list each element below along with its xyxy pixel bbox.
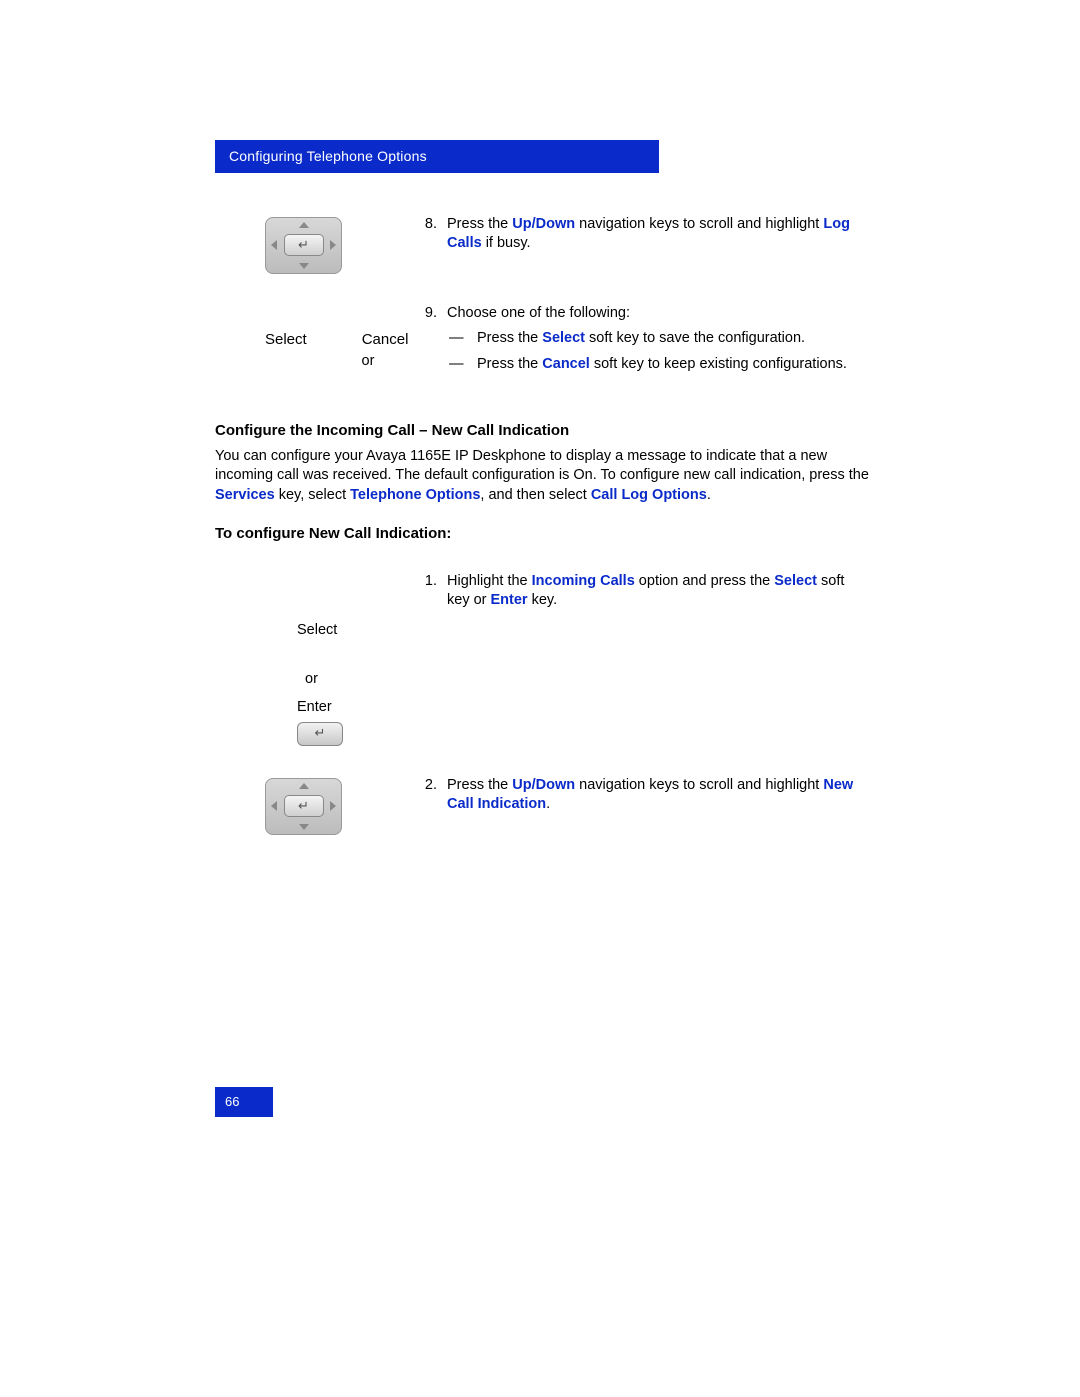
page-number: 66: [215, 1087, 273, 1117]
dash-icon: —: [447, 329, 477, 349]
navigation-pad-icon: ↵: [265, 778, 342, 835]
text: Press the: [477, 356, 542, 372]
text: navigation keys to scroll and highlight: [575, 216, 823, 232]
cancel-keyword: Cancel: [542, 356, 590, 372]
text: Press the: [447, 216, 512, 232]
sub-item: — Press the Cancel soft key to keep exis…: [447, 355, 870, 375]
text: soft key to save the configuration.: [585, 330, 805, 346]
nc-step-1-row: Highlight the Incoming Calls option and …: [215, 572, 870, 617]
step-9-row: Select Cancel or Choose one of the follo…: [215, 304, 870, 381]
text: .: [707, 487, 711, 503]
select-enter-row: Select or Enter ↵: [215, 621, 870, 746]
select-keyword: Select: [542, 330, 585, 346]
sub-item: — Press the Select soft key to save the …: [447, 329, 870, 349]
softkey-labels: Select Cancel: [265, 330, 415, 350]
nav-pad-cell: ↵: [215, 215, 415, 274]
text: Press the: [447, 777, 512, 793]
list-item: Highlight the Incoming Calls option and …: [441, 572, 870, 611]
nc-step-1-text: Highlight the Incoming Calls option and …: [415, 572, 870, 617]
list-item: Press the Up/Down navigation keys to scr…: [441, 776, 870, 815]
softkeys-cell: Select Cancel or: [215, 304, 415, 372]
text: , and then select: [480, 487, 590, 503]
nc-step-2-row: ↵ Press the Up/Down navigation keys to s…: [215, 776, 870, 835]
text: key.: [528, 592, 558, 608]
text: navigation keys to scroll and highlight: [575, 777, 823, 793]
text: Press the Cancel soft key to keep existi…: [477, 355, 870, 375]
select-softkey-label: Select: [265, 330, 307, 350]
body-paragraph: You can configure your Avaya 1165E IP De…: [215, 447, 870, 506]
enter-label: Enter: [297, 698, 415, 718]
text: .: [546, 796, 550, 812]
sub-list: — Press the Select soft key to save the …: [447, 329, 870, 374]
text: Highlight the: [447, 573, 532, 589]
cancel-softkey-label: Cancel: [362, 330, 409, 350]
step-8-text: Press the Up/Down navigation keys to scr…: [415, 215, 870, 260]
text: if busy.: [482, 235, 531, 251]
updown-keyword: Up/Down: [512, 777, 575, 793]
text: You can configure your Avaya 1165E IP De…: [215, 448, 869, 484]
step-9-text: Choose one of the following: — Press the…: [415, 304, 870, 381]
document-page: Configuring Telephone Options ↵ Press th…: [0, 0, 1080, 1397]
sub-heading: To configure New Call Indication:: [215, 524, 870, 544]
navigation-pad-icon: ↵: [265, 217, 342, 274]
text: option and press the: [635, 573, 774, 589]
list-item: Press the Up/Down navigation keys to scr…: [441, 215, 870, 254]
services-keyword: Services: [215, 487, 275, 503]
or-label: or: [297, 670, 415, 690]
text: Press the: [477, 330, 542, 346]
nc-step-2-text: Press the Up/Down navigation keys to scr…: [415, 776, 870, 821]
text: Press the Select soft key to save the co…: [477, 329, 870, 349]
step-8-row: ↵ Press the Up/Down navigation keys to s…: [215, 215, 870, 274]
call-log-options-keyword: Call Log Options: [591, 487, 707, 503]
page-header: Configuring Telephone Options: [215, 140, 659, 173]
incoming-calls-keyword: Incoming Calls: [532, 573, 635, 589]
text: key, select: [275, 487, 350, 503]
text: Choose one of the following:: [447, 305, 630, 321]
text: soft key to keep existing configurations…: [590, 356, 847, 372]
telephone-options-keyword: Telephone Options: [350, 487, 480, 503]
enter-keyword: Enter: [491, 592, 528, 608]
enter-key-icon: ↵: [297, 722, 343, 746]
list-item: Choose one of the following: — Press the…: [441, 304, 870, 375]
dash-icon: —: [447, 355, 477, 375]
select-label: Select: [297, 621, 415, 641]
select-keyword: Select: [774, 573, 817, 589]
updown-keyword: Up/Down: [512, 216, 575, 232]
nav-pad-cell: ↵: [215, 776, 415, 835]
select-enter-cell: Select or Enter ↵: [215, 621, 415, 746]
section-heading: Configure the Incoming Call – New Call I…: [215, 421, 870, 441]
